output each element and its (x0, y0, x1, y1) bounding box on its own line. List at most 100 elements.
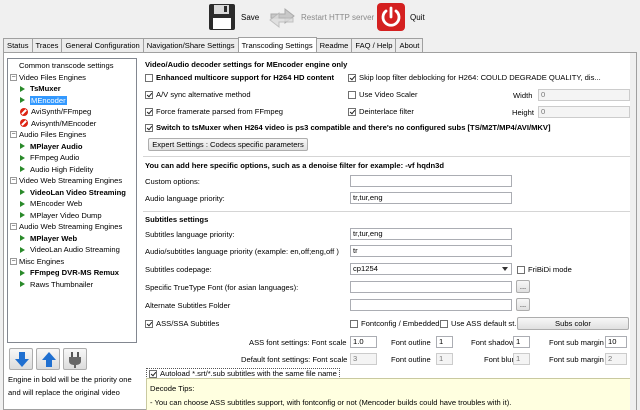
scrollbar[interactable] (630, 53, 636, 410)
browse-folder-button[interactable]: ... (516, 298, 530, 311)
tab-about[interactable]: About (395, 38, 424, 52)
tree-item[interactable]: MPlayer Video Dump (20, 211, 102, 220)
tree-item-label: Video Web Streaming Engines (19, 176, 123, 185)
deinterlace-label: Deinterlace filter (359, 107, 414, 116)
collapse-icon[interactable]: − (10, 177, 17, 184)
tree-item[interactable]: − Audio Files Engines (10, 130, 86, 139)
tab-navigation-share-settings[interactable]: Navigation/Share Settings (142, 38, 239, 52)
ass-font-scale-field[interactable]: 1.0 (350, 336, 377, 348)
alternate-subtitles-folder-label: Alternate Subtitles Folder (145, 301, 231, 310)
tree-item[interactable]: VideoLan Video Streaming (20, 188, 126, 197)
subtitles-language-field[interactable]: tr,tur,eng (350, 228, 512, 240)
fribidi-checkbox[interactable]: FriBiDi mode (517, 265, 572, 274)
subtitles-language-label: Subtitles language priority: (145, 230, 235, 239)
font-shadow-label: Font shadow (471, 338, 515, 347)
play-arrow-icon (20, 154, 25, 161)
font-outline-label: Font outline (391, 338, 431, 347)
chevron-down-icon (502, 267, 508, 271)
note-line-1: Engine in bold will be the priority one (8, 375, 132, 384)
tree-item[interactable]: Raws Thumbnailer (20, 280, 93, 289)
width-field[interactable]: 0 (538, 89, 630, 101)
default-font-outline-field[interactable]: 1 (436, 353, 453, 365)
tree-item[interactable]: MPlayer Audio (20, 142, 82, 151)
use-ass-default-label: Use ASS default st... (451, 319, 521, 328)
save-button[interactable]: Save (207, 1, 259, 33)
tab-transcoding-settings[interactable]: Transcoding Settings (237, 37, 317, 52)
height-field[interactable]: 0 (538, 106, 630, 118)
multicore-label: Enhanced multicore support for H264 HD c… (156, 73, 335, 82)
restart-http-server-button[interactable]: Restart HTTP server (267, 1, 374, 33)
collapse-icon[interactable]: − (10, 131, 17, 138)
tree-item-label: Avisynth/MEncoder (31, 118, 97, 128)
tree-item-label: MPlayer Web (30, 233, 78, 243)
engine-tree[interactable]: Common transcode settings − Video Files En… (7, 58, 137, 343)
expert-settings-button[interactable]: Expert Settings : Codecs specific parame… (148, 138, 308, 151)
tree-item-label: Audio Web Streaming Engines (19, 222, 123, 231)
tree-item[interactable]: Avisynth/MEncoder (20, 119, 96, 128)
default-font-scale-field[interactable]: 3 (350, 353, 377, 365)
collapse-icon[interactable]: − (10, 257, 17, 265)
collapse-icon[interactable]: − (10, 223, 17, 230)
multicore-checkbox[interactable]: Enhanced multicore support for H264 HD c… (145, 73, 334, 82)
tree-item-label: FFmpeg DVR-MS Remux (30, 268, 120, 277)
tab-status[interactable]: Status (3, 38, 33, 52)
tab-faq-help[interactable]: FAQ / Help (351, 38, 397, 52)
ass-ssa-checkbox[interactable]: ASS/SSA Subtitles (145, 319, 219, 328)
subs-color-button[interactable]: Subs color (517, 317, 629, 330)
tab-traces[interactable]: Traces (31, 38, 63, 52)
tree-item[interactable]: TsMuxer (20, 84, 61, 93)
tree-item[interactable]: MPlayer Web (20, 234, 77, 243)
truetype-font-field[interactable] (350, 281, 512, 293)
tree-item[interactable]: MEncoder (20, 95, 67, 105)
tree-item[interactable]: AviSynth/FFmpeg (20, 107, 91, 116)
tree-item[interactable]: FFmpeg DVR-MS Remux (20, 268, 119, 277)
force-framerate-checkbox[interactable]: Force framerate parsed from FFmpeg (145, 107, 283, 116)
disabled-icon (20, 107, 28, 116)
tree-item[interactable]: Common transcode settings (10, 61, 114, 70)
alternate-subtitles-folder-field[interactable] (350, 299, 512, 311)
tab-readme[interactable]: Readme (315, 38, 353, 52)
tips-title: Decode Tips: (150, 384, 195, 393)
fribidi-label: FriBiDi mode (528, 265, 572, 274)
av-sync-checkbox[interactable]: A/V sync alternative method (145, 90, 251, 99)
tree-item[interactable]: − Audio Web Streaming Engines (10, 222, 122, 231)
tree-item-label: TsMuxer (30, 84, 61, 93)
video-scaler-checkbox[interactable]: Use Video Scaler (348, 90, 418, 99)
tree-item[interactable]: − Misc Engines (10, 257, 64, 266)
tree-item[interactable]: − Video Files Engines (10, 73, 86, 82)
decode-tips-box: Decode Tips: - You can choose ASS subtit… (146, 378, 634, 410)
tree-item[interactable]: VideoLan Audio Streaming (20, 245, 120, 254)
skip-loop-filter-checkbox[interactable]: Skip loop filter deblocking for H264: CO… (348, 73, 601, 82)
note-line-2: and will replace the original video (8, 388, 120, 397)
default-font-settings-label: Default font settings: Font scale (241, 355, 348, 364)
tree-item[interactable]: − Video Web Streaming Engines (10, 176, 122, 185)
subtitles-codepage-select[interactable]: cp1254 (350, 263, 512, 275)
tab-general-configuration[interactable]: General Configuration (61, 38, 144, 52)
toggle-engine-button[interactable] (63, 348, 87, 370)
tree-item[interactable]: Audio High Fidelity (20, 165, 93, 174)
ass-font-margin-field[interactable]: 10 (605, 336, 627, 348)
ass-font-outline-field[interactable]: 1 (436, 336, 453, 348)
quit-button[interactable]: Quit (376, 1, 425, 33)
tree-item[interactable]: MEncoder Web (20, 199, 82, 208)
fontconfig-checkbox[interactable]: Fontconfig / Embedded ... (350, 319, 448, 328)
default-font-blur-field[interactable]: 1 (513, 353, 530, 365)
collapse-icon[interactable]: − (10, 73, 17, 81)
tree-item[interactable]: FFmpeg Audio (20, 153, 79, 162)
custom-options-field[interactable] (350, 175, 512, 187)
move-up-button[interactable] (36, 348, 60, 370)
separator (143, 211, 633, 212)
audio-language-field[interactable]: tr,tur,eng (350, 192, 512, 204)
move-down-button[interactable] (9, 348, 33, 370)
use-ass-default-checkbox[interactable]: Use ASS default st... (440, 319, 521, 328)
default-font-margin-field[interactable]: 2 (605, 353, 627, 365)
quit-label: Quit (410, 12, 425, 22)
tree-item-label: Audio High Fidelity (30, 164, 94, 174)
browse-font-button[interactable]: ... (516, 280, 530, 293)
audio-subtitles-language-field[interactable]: tr (350, 245, 512, 257)
fontconfig-label: Fontconfig / Embedded ... (361, 319, 448, 328)
deinterlace-checkbox[interactable]: Deinterlace filter (348, 107, 414, 116)
switch-tsmuxer-checkbox[interactable]: Switch to tsMuxer when H264 video is ps3… (145, 123, 551, 132)
ass-font-shadow-field[interactable]: 1 (513, 336, 530, 348)
codepage-value: cp1254 (353, 264, 378, 273)
